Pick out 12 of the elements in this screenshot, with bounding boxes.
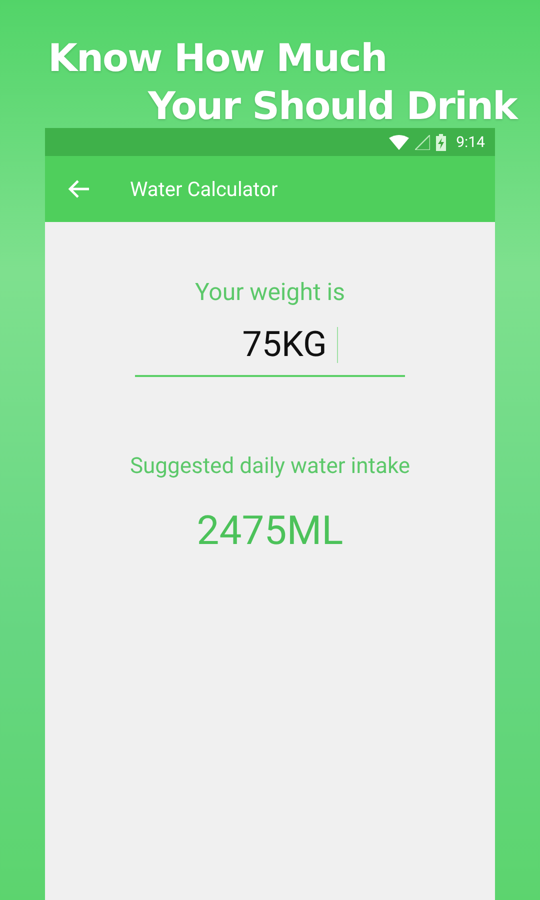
weight-input-field[interactable]: 75KG — [135, 316, 405, 377]
signal-icon — [415, 134, 430, 150]
wifi-icon — [389, 134, 410, 150]
weight-label: Your weight is — [195, 278, 345, 306]
intake-label: Suggested daily water intake — [130, 454, 410, 479]
battery-icon — [436, 134, 446, 150]
screen-title: Water Calculator — [130, 177, 278, 201]
back-arrow-icon[interactable] — [68, 179, 90, 199]
headline: Your Should Drink — [148, 83, 517, 130]
status-time: 9:14 — [456, 133, 485, 151]
headline: Know How Much — [48, 35, 387, 82]
intake-value: 2475ML — [196, 507, 344, 554]
